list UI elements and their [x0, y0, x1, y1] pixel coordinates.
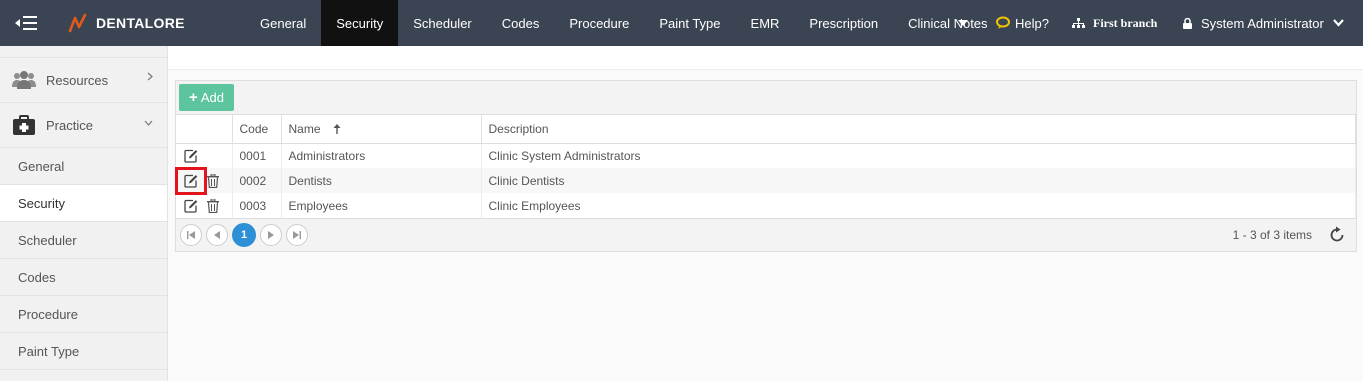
branch-selector[interactable]: First branch: [1072, 0, 1157, 46]
user-menu[interactable]: System Administrator: [1183, 0, 1344, 46]
plus-icon: +: [189, 89, 198, 106]
help-label: Help?: [1015, 15, 1049, 31]
nav-prescription[interactable]: Prescription: [794, 0, 893, 46]
pager: 1 1 - 3 of 3 items: [176, 218, 1356, 251]
app-name: DENTALORE: [96, 15, 185, 31]
security-groups-grid: + Add Code Name Description 0001 Adminis…: [175, 80, 1357, 252]
cell-description: Clinic Employees: [481, 193, 1356, 218]
cell-name: Employees: [281, 193, 482, 218]
sidebar-top-spacer: [0, 46, 167, 58]
chevron-down-icon: [144, 117, 153, 129]
nav-emr[interactable]: EMR: [736, 0, 795, 46]
help-link[interactable]: Help?: [996, 0, 1049, 46]
nav-general[interactable]: General: [245, 0, 321, 46]
add-button[interactable]: + Add: [179, 84, 234, 111]
sidebar-item-security[interactable]: Security: [0, 185, 167, 222]
grid-table: Code Name Description 0001 Administrator…: [175, 115, 1356, 218]
cell-description: Clinic Dentists: [481, 168, 1356, 193]
cell-name: Dentists: [281, 168, 482, 193]
sidebar: Resources Practice General Security Sche…: [0, 46, 168, 381]
refresh-icon[interactable]: [1328, 226, 1346, 244]
previous-page-icon[interactable]: [206, 224, 228, 246]
edit-icon[interactable]: [183, 173, 199, 189]
column-header-code[interactable]: Code: [232, 115, 282, 144]
chevron-right-icon: [147, 72, 153, 84]
nav-security[interactable]: Security: [321, 0, 399, 46]
nav-procedure[interactable]: Procedure: [554, 0, 644, 46]
caret-down-icon: [958, 20, 968, 26]
sidebar-group-label: Practice: [46, 117, 93, 133]
nav-clinical-notes[interactable]: Clinical Notes: [893, 0, 1002, 46]
cell-name: Administrators: [281, 143, 482, 168]
chat-bubble-icon: [996, 16, 1010, 29]
sidebar-item-codes[interactable]: Codes: [0, 259, 167, 296]
sidebar-item-procedure[interactable]: Procedure: [0, 296, 167, 333]
sidebar-item-general[interactable]: General: [0, 148, 167, 185]
column-header-description[interactable]: Description: [481, 115, 1356, 144]
last-page-icon[interactable]: [286, 224, 308, 246]
nav-scheduler[interactable]: Scheduler: [398, 0, 487, 46]
sidebar-group-practice[interactable]: Practice: [0, 103, 167, 148]
sitemap-icon: [1072, 17, 1085, 28]
users-icon: [12, 69, 36, 91]
trash-icon[interactable]: [205, 198, 221, 214]
top-bar: DENTALORE General Security Scheduler Cod…: [0, 0, 1363, 46]
app-logo[interactable]: DENTALORE: [52, 0, 245, 46]
cell-code: 0003: [232, 193, 282, 218]
table-row[interactable]: 0003 Employees Clinic Employees: [176, 193, 1356, 218]
grid-toolbar: + Add: [176, 81, 1356, 115]
branch-label: First branch: [1093, 15, 1158, 30]
nav-more-dropdown[interactable]: [958, 0, 968, 46]
column-header-actions: [176, 115, 233, 144]
chevron-down-icon: [1333, 19, 1344, 27]
sidebar-item-paint-type[interactable]: Paint Type: [0, 333, 167, 370]
edit-icon[interactable]: [183, 148, 199, 164]
main-nav: General Security Scheduler Codes Procedu…: [245, 0, 1003, 46]
sidebar-item-scheduler[interactable]: Scheduler: [0, 222, 167, 259]
page-button-current[interactable]: 1: [232, 223, 256, 247]
sidebar-group-label: Resources: [46, 72, 109, 88]
sidebar-group-resources[interactable]: Resources: [0, 58, 167, 103]
nav-paint-type[interactable]: Paint Type: [644, 0, 735, 46]
next-page-icon[interactable]: [260, 224, 282, 246]
sort-ascending-icon: [333, 123, 341, 134]
cell-code: 0001: [232, 143, 282, 168]
table-row[interactable]: 0001 Administrators Clinic System Admini…: [176, 143, 1356, 168]
lock-icon: [1183, 17, 1192, 29]
menu-toggle-icon[interactable]: [0, 0, 52, 46]
user-name: System Administrator: [1201, 15, 1324, 31]
nav-codes[interactable]: Codes: [487, 0, 555, 46]
add-button-label: Add: [200, 90, 224, 105]
column-header-name-label: Name: [288, 121, 321, 136]
logo-mark-icon: [68, 13, 87, 33]
cell-code: 0002: [232, 168, 282, 193]
medical-kit-icon: [12, 114, 36, 136]
table-row[interactable]: 0002 Dentists Clinic Dentists: [175, 166, 1356, 195]
column-header-name[interactable]: Name: [281, 115, 482, 144]
edit-icon[interactable]: [183, 198, 199, 214]
trash-icon[interactable]: [205, 173, 221, 189]
first-page-icon[interactable]: [180, 224, 202, 246]
grid-header-row: Code Name Description: [176, 115, 1356, 144]
cell-description: Clinic System Administrators: [481, 143, 1356, 168]
main-content: + Add Code Name Description 0001 Adminis…: [168, 46, 1363, 381]
content-header-strip: [168, 46, 1363, 70]
pager-info: 1 - 3 of 3 items: [1232, 228, 1312, 242]
